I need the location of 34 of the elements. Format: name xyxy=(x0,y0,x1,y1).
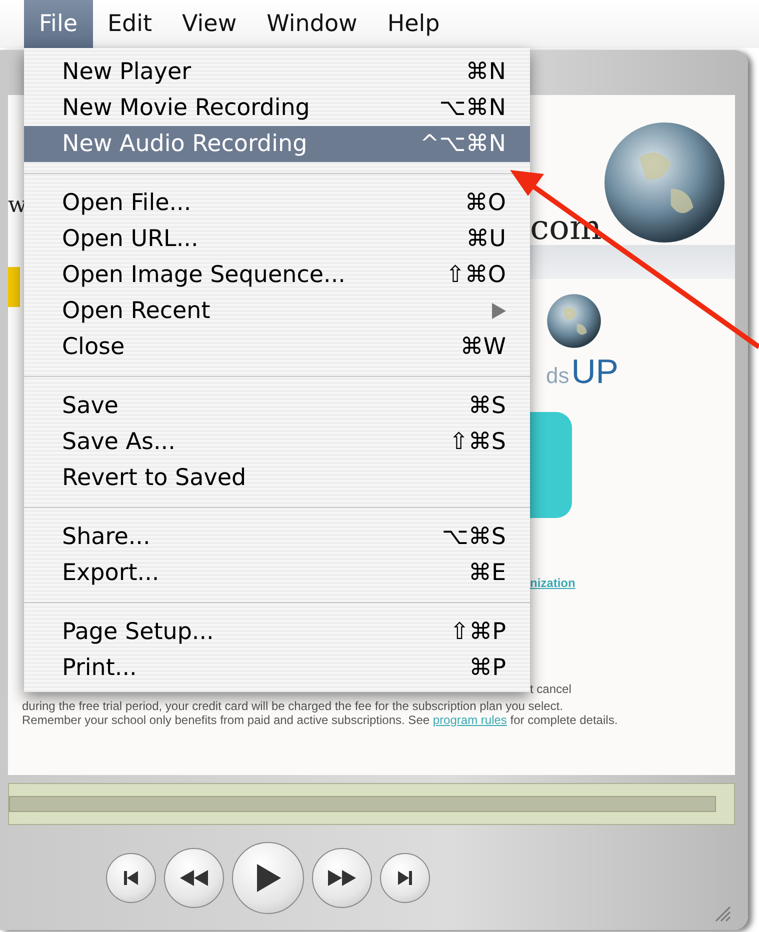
menu-item[interactable]: Print... ⌘P xyxy=(24,650,530,686)
logo-text: ds xyxy=(546,363,570,389)
menu-item[interactable]: Save As... ⇧⌘S xyxy=(24,424,530,460)
logo-text: UP xyxy=(571,353,618,392)
resize-grip-icon[interactable] xyxy=(713,904,731,922)
menu-item[interactable]: Open URL... ⌘U xyxy=(24,221,530,257)
menu-bar-item[interactable]: File xyxy=(24,0,92,48)
timeline-track[interactable] xyxy=(9,796,716,812)
menu-item[interactable]: New Audio Recording ^⌥⌘N xyxy=(24,126,530,162)
menu-item[interactable]: Share... ⌥⌘S xyxy=(24,519,530,555)
menu-bar-item[interactable]: View xyxy=(167,0,252,48)
menu-item[interactable]: New Player ⌘N xyxy=(24,54,530,90)
rewind-icon xyxy=(178,868,210,888)
menu-item[interactable]: Open Image Sequence... ⇧⌘O xyxy=(24,257,530,293)
fast-forward-icon xyxy=(326,868,358,888)
plus-sign-shape xyxy=(8,267,20,307)
menu-bar-item[interactable]: Window xyxy=(252,0,372,48)
menu-item[interactable]: Close ⌘W xyxy=(24,329,530,365)
globe-icon xyxy=(546,293,602,349)
menu-item[interactable]: Open Recent xyxy=(24,293,530,329)
submenu-arrow-icon xyxy=(492,303,506,319)
menu-bar-item[interactable]: Edit xyxy=(92,0,168,48)
menu-item[interactable]: Open File... ⌘O xyxy=(24,185,530,221)
menu-item[interactable]: Revert to Saved xyxy=(24,460,530,496)
menu-item[interactable]: New Movie Recording ⌥⌘N xyxy=(24,90,530,126)
notice-text: t cancel xyxy=(530,682,572,696)
menu-item[interactable]: Page Setup... ⇧⌘P xyxy=(24,614,530,650)
menu-item[interactable]: Save ⌘S xyxy=(24,388,530,424)
menu-item[interactable]: Export... ⌘E xyxy=(24,555,530,591)
skip-back-button[interactable] xyxy=(106,852,156,902)
menu-bar-item[interactable]: Help xyxy=(372,0,455,48)
notice-text: during the free trial period, your credit card will be charged the fee for the subscription plan you select. Remember your school only benefits from paid and active subscriptions. See program rules for complete details. xyxy=(21,699,619,729)
skip-forward-button[interactable] xyxy=(380,852,430,902)
globe-icon xyxy=(602,120,727,245)
